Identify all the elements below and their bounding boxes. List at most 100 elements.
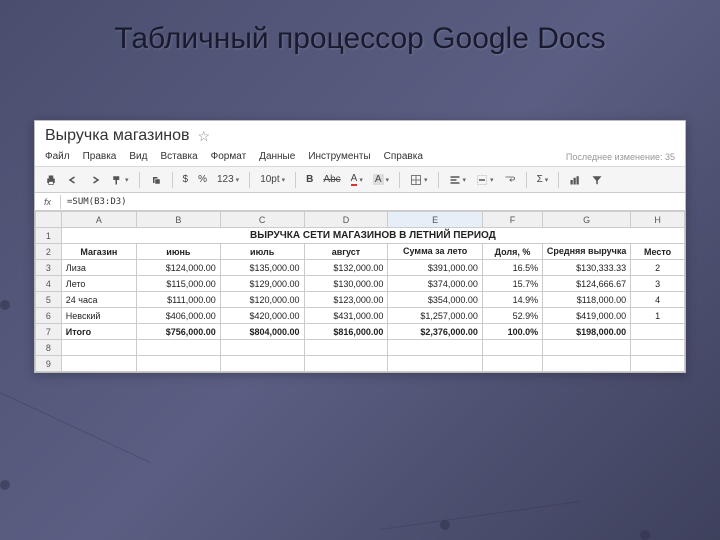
col-B[interactable]: B <box>136 212 220 228</box>
row-3[interactable]: 3 <box>36 260 62 276</box>
format-duplicate-button[interactable] <box>148 173 164 187</box>
hdr-avg[interactable]: Средняя выручка <box>543 244 631 260</box>
select-all-corner[interactable] <box>36 212 62 228</box>
hdr-jun[interactable]: июнь <box>136 244 220 260</box>
numfmt-button[interactable]: 123▾ <box>215 173 241 186</box>
cell-sum[interactable]: $1,257,000.00 <box>388 308 483 324</box>
text-color-button[interactable]: A▾ <box>349 172 365 187</box>
cell-jul[interactable]: $420,000.00 <box>220 308 304 324</box>
menu-help[interactable]: Справка <box>384 151 423 162</box>
cell-share[interactable]: 16.5% <box>482 260 542 276</box>
row-4[interactable]: 4 <box>36 276 62 292</box>
bold-button[interactable]: B <box>304 173 315 186</box>
col-C[interactable]: C <box>220 212 304 228</box>
sheet-title-cell[interactable]: ВЫРУЧКА СЕТИ МАГАЗИНОВ В ЛЕТНИЙ ПЕРИОД <box>61 228 684 244</box>
cell-jul[interactable]: $129,000.00 <box>220 276 304 292</box>
halign-button[interactable]: ▾ <box>447 173 469 187</box>
row-8[interactable]: 8 <box>36 340 62 356</box>
cell-store[interactable]: 24 часа <box>61 292 136 308</box>
cell-sum[interactable]: $391,000.00 <box>388 260 483 276</box>
hdr-store[interactable]: Магазин <box>61 244 136 260</box>
cell-share[interactable]: 52.9% <box>482 308 542 324</box>
print-button[interactable] <box>43 173 59 187</box>
cell-aug[interactable]: $130,000.00 <box>304 276 388 292</box>
cell-jun[interactable]: $115,000.00 <box>136 276 220 292</box>
cell-store[interactable]: Невский <box>61 308 136 324</box>
col-D[interactable]: D <box>304 212 388 228</box>
hdr-jul[interactable]: июль <box>220 244 304 260</box>
menu-data[interactable]: Данные <box>259 151 295 162</box>
cell-aug[interactable]: $123,000.00 <box>304 292 388 308</box>
total-share[interactable]: 100.0% <box>482 324 542 340</box>
row-total-n[interactable]: 7 <box>36 324 62 340</box>
percent-button[interactable]: % <box>196 173 209 186</box>
total-jun[interactable]: $756,000.00 <box>136 324 220 340</box>
row-2[interactable]: 2 <box>36 244 62 260</box>
fontsize-select[interactable]: 10pt▾ <box>258 173 287 186</box>
cell-avg[interactable]: $118,000.00 <box>543 292 631 308</box>
menu-format[interactable]: Формат <box>211 151 247 162</box>
col-F[interactable]: F <box>482 212 542 228</box>
cell-jul[interactable]: $120,000.00 <box>220 292 304 308</box>
cell-place[interactable]: 2 <box>631 260 685 276</box>
menu-tools[interactable]: Инструменты <box>308 151 370 162</box>
menu-insert[interactable]: Вставка <box>160 151 197 162</box>
cell-store[interactable]: Лиза <box>61 260 136 276</box>
cell-sum[interactable]: $374,000.00 <box>388 276 483 292</box>
paint-format-button[interactable]: ▾ <box>109 173 131 187</box>
menu-file[interactable]: Файл <box>45 151 70 162</box>
formula-input[interactable]: =SUM(B3:D3) <box>61 195 685 209</box>
menu-view[interactable]: Вид <box>129 151 147 162</box>
filter-button[interactable] <box>589 173 605 187</box>
row-1[interactable]: 1 <box>36 228 62 244</box>
col-G[interactable]: G <box>543 212 631 228</box>
doc-title[interactable]: Выручка магазинов <box>45 127 190 145</box>
fill-color-button[interactable]: A▾ <box>371 173 391 186</box>
cell-share[interactable]: 14.9% <box>482 292 542 308</box>
cell-place[interactable]: 4 <box>631 292 685 308</box>
col-H[interactable]: H <box>631 212 685 228</box>
grid[interactable]: A B C D E F G H 1 ВЫРУЧКА СЕТИ МАГАЗИНОВ… <box>35 211 685 372</box>
cell-aug[interactable]: $132,000.00 <box>304 260 388 276</box>
total-jul[interactable]: $804,000.00 <box>220 324 304 340</box>
total-avg[interactable]: $198,000.00 <box>543 324 631 340</box>
row-6[interactable]: 6 <box>36 308 62 324</box>
row-5[interactable]: 5 <box>36 292 62 308</box>
total-place[interactable] <box>631 324 685 340</box>
cell-store[interactable]: Лето <box>61 276 136 292</box>
undo-button[interactable] <box>65 173 81 187</box>
cell-aug[interactable]: $431,000.00 <box>304 308 388 324</box>
hdr-sum[interactable]: Сумма за лето <box>388 244 483 260</box>
functions-button[interactable]: Σ▾ <box>535 173 551 186</box>
currency-button[interactable]: $ <box>181 173 191 186</box>
cell-jun[interactable]: $406,000.00 <box>136 308 220 324</box>
strike-button[interactable]: Abc <box>321 173 342 186</box>
cell-share[interactable]: 15.7% <box>482 276 542 292</box>
cell-avg[interactable]: $130,333.33 <box>543 260 631 276</box>
cell-sum[interactable]: $354,000.00 <box>388 292 483 308</box>
cell-jun[interactable]: $124,000.00 <box>136 260 220 276</box>
cell-jul[interactable]: $135,000.00 <box>220 260 304 276</box>
hdr-place[interactable]: Место <box>631 244 685 260</box>
total-sum[interactable]: $2,376,000.00 <box>388 324 483 340</box>
row-9[interactable]: 9 <box>36 356 62 372</box>
wrap-button[interactable] <box>502 173 518 187</box>
fx-icon[interactable]: fx <box>35 195 61 209</box>
cell-place[interactable]: 1 <box>631 308 685 324</box>
redo-button[interactable] <box>87 173 103 187</box>
menu-edit[interactable]: Правка <box>83 151 117 162</box>
cell-avg[interactable]: $419,000.00 <box>543 308 631 324</box>
col-E[interactable]: E <box>388 212 483 228</box>
chart-button[interactable] <box>567 173 583 187</box>
total-aug[interactable]: $816,000.00 <box>304 324 388 340</box>
total-store[interactable]: Итого <box>61 324 136 340</box>
cell-avg[interactable]: $124,666.67 <box>543 276 631 292</box>
cell-place[interactable]: 3 <box>631 276 685 292</box>
borders-button[interactable]: ▾ <box>408 173 430 187</box>
hdr-aug[interactable]: август <box>304 244 388 260</box>
star-icon[interactable]: ☆ <box>198 128 211 145</box>
hdr-share[interactable]: Доля, % <box>482 244 542 260</box>
cell-jun[interactable]: $111,000.00 <box>136 292 220 308</box>
col-A[interactable]: A <box>61 212 136 228</box>
valign-button[interactable]: ▾ <box>474 173 496 187</box>
